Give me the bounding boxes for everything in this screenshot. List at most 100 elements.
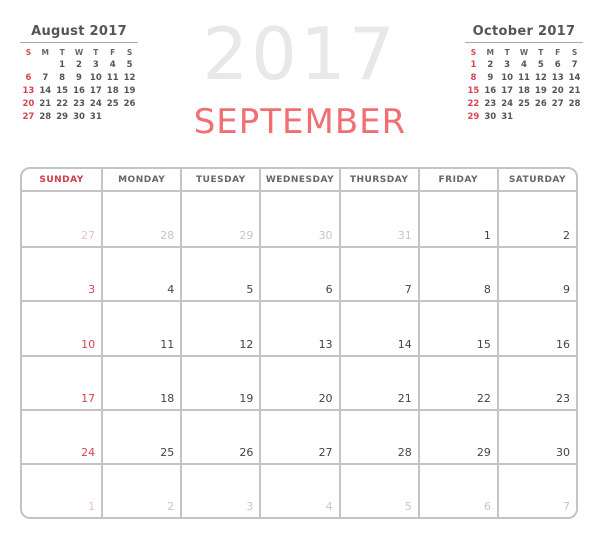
day-cell[interactable]: 24 [22, 408, 102, 463]
day-cell[interactable]: 28 [101, 192, 180, 247]
mini-day: 2 [487, 60, 494, 70]
mini-calendar-october: October 2017 S M T W T F S 1 2 3 4 5 6 7 8 9 10 11 12 13 14 1… [465, 24, 583, 123]
weekday-friday: FRIDAY [417, 169, 497, 191]
day-cell[interactable]: 9 [496, 246, 576, 301]
day-cell[interactable]: 15 [417, 300, 497, 355]
day-cell[interactable]: 22 [417, 354, 497, 409]
day-cell[interactable]: 11 [101, 300, 181, 355]
day-number: 30 [318, 229, 333, 243]
mini-day: 25 [518, 99, 530, 109]
mini-day: 15 [467, 86, 480, 96]
mini-day: 29 [467, 112, 480, 122]
day-number: 3 [246, 500, 254, 513]
month-calendar: SUNDAY MONDAY TUESDAY WEDNESDAY THURSDAY FRID… [20, 167, 578, 519]
mini-weekday-label: T [538, 48, 544, 57]
day-cell[interactable]: 4 [101, 246, 181, 301]
day-cell[interactable]: 3 [22, 246, 102, 300]
day-cell[interactable]: 10 [22, 300, 102, 354]
day-number: 15 [476, 337, 491, 351]
day-number: 30 [556, 445, 570, 459]
mini-day: 16 [484, 86, 497, 96]
mini-day: 9 [487, 73, 494, 83]
day-number: 8 [483, 283, 491, 297]
day-cell[interactable]: 26 [180, 408, 260, 463]
day-number: 2 [563, 229, 570, 243]
day-number: 10 [81, 337, 96, 351]
mini-day: 23 [484, 99, 497, 109]
day-cell[interactable]: 6 [259, 246, 339, 301]
day-cell[interactable]: 2 [101, 462, 181, 517]
mini-day: 27 [551, 99, 564, 109]
mini-day: 1 [470, 60, 477, 70]
mini-weekday-label: F [555, 48, 561, 57]
day-cell[interactable]: 13 [259, 300, 339, 355]
day-number: 22 [476, 391, 491, 405]
day-cell[interactable]: 27 [22, 192, 101, 246]
day-cell[interactable]: 17 [22, 354, 102, 409]
day-number: 28 [160, 229, 175, 243]
day-cell[interactable]: 20 [259, 354, 339, 409]
day-cell[interactable]: 6 [417, 462, 497, 517]
day-cell[interactable]: 25 [101, 408, 181, 463]
mini-day: 12 [534, 73, 547, 83]
day-number: 23 [556, 391, 570, 405]
weekday-saturday: SATURDAY [496, 169, 576, 191]
day-number: 4 [167, 283, 175, 297]
day-cell[interactable]: 4 [259, 462, 339, 517]
day-cell[interactable]: 30 [259, 192, 338, 247]
weekday-wednesday: WEDNESDAY [259, 169, 338, 191]
day-number: 25 [160, 445, 175, 459]
day-number: 20 [318, 391, 333, 405]
day-number: 31 [397, 229, 412, 243]
mini-day: 26 [534, 99, 547, 109]
mini-calendar-grid: S M T W T F S 1 2 3 4 5 6 7 8 9 10 11 12 13 14 15 16 17 18 19 20 21… [465, 47, 583, 123]
mini-day: 8 [470, 73, 477, 83]
day-cell[interactable]: 12 [180, 300, 260, 355]
day-cell[interactable]: 21 [338, 354, 418, 409]
weekday-sunday: SUNDAY [39, 175, 84, 185]
mini-day: 30 [484, 112, 497, 122]
day-cell[interactable]: 29 [417, 408, 497, 463]
day-cell[interactable]: 7 [496, 462, 576, 517]
day-number: 26 [239, 445, 254, 459]
weekday-thursday: THURSDAY [338, 169, 418, 191]
day-cell[interactable]: 14 [338, 300, 418, 355]
day-cell[interactable]: 19 [180, 354, 260, 409]
day-cell[interactable]: 28 [338, 408, 418, 463]
day-number: 29 [476, 445, 491, 459]
mini-weekday-label: S [470, 48, 477, 57]
day-number: 9 [563, 283, 570, 297]
day-cell[interactable]: 1 [417, 192, 497, 247]
day-number: 6 [483, 500, 491, 513]
day-number: 11 [160, 337, 175, 351]
day-number: 24 [81, 445, 96, 459]
day-number: 1 [483, 229, 491, 243]
mini-day: 3 [504, 60, 511, 70]
day-cell[interactable]: 5 [180, 246, 260, 301]
day-cell[interactable]: 27 [259, 408, 339, 463]
day-cell[interactable]: 7 [338, 246, 418, 301]
day-number: 27 [81, 229, 96, 243]
day-number: 14 [397, 337, 412, 351]
day-cell[interactable]: 29 [180, 192, 259, 247]
day-cell[interactable]: 3 [180, 462, 260, 517]
day-number: 2 [167, 500, 175, 513]
day-number: 13 [318, 337, 333, 351]
day-number: 28 [397, 445, 412, 459]
day-cell[interactable]: 23 [496, 354, 576, 409]
day-number: 12 [239, 337, 254, 351]
weekday-header: SUNDAY MONDAY TUESDAY WEDNESDAY THURSDAY FRID… [22, 169, 576, 192]
mini-day: 17 [501, 86, 514, 96]
day-cell[interactable]: 8 [417, 246, 497, 301]
day-number: 6 [325, 283, 333, 297]
day-cell[interactable]: 16 [496, 300, 576, 355]
day-cell[interactable]: 30 [496, 408, 576, 463]
day-cell[interactable]: 1 [22, 462, 102, 517]
day-cell[interactable]: 18 [101, 354, 181, 409]
day-cell[interactable]: 5 [338, 462, 418, 517]
day-cell[interactable]: 31 [338, 192, 418, 247]
mini-day: 21 [568, 86, 581, 96]
day-cell[interactable]: 2 [496, 192, 576, 247]
mini-calendar-title: October 2017 [465, 24, 583, 43]
day-number: 4 [325, 500, 333, 513]
